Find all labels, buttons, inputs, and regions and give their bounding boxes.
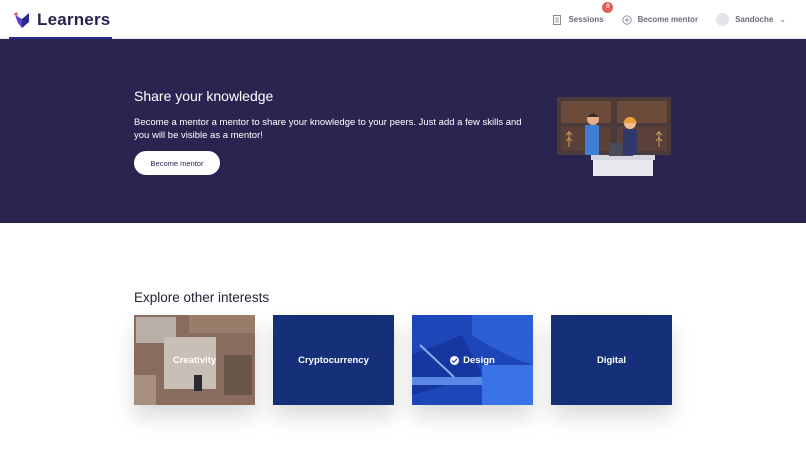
become-mentor-button[interactable]: Become mentor [134, 151, 220, 175]
document-icon [553, 14, 562, 25]
interest-card-design[interactable]: Design [412, 315, 533, 405]
interest-label-design: Design [450, 355, 495, 366]
check-circle-icon [450, 355, 460, 365]
user-menu[interactable]: Sandoche ⌄ [716, 13, 786, 26]
nav-actions: Sessions 0 Become mentor Sandoche ⌄ [552, 0, 786, 39]
interest-cards: Creativity Cryptocurrency Design Digital [134, 315, 672, 405]
chevron-down-icon: ⌄ [779, 15, 786, 24]
interest-label: Digital [596, 354, 627, 366]
hero-description: Become a mentor a mentor to share your k… [134, 117, 522, 141]
interest-card-cryptocurrency[interactable]: Cryptocurrency [273, 315, 394, 405]
nav-become-mentor[interactable]: Become mentor [621, 14, 699, 25]
mentor-hero-banner: Share your knowledge Become a mentor a m… [0, 39, 806, 223]
app-name: Learners [37, 10, 111, 29]
sessions-label: Sessions [568, 15, 604, 24]
interest-label: Design [463, 354, 495, 366]
become-mentor-nav-label: Become mentor [637, 15, 699, 24]
interest-card-digital[interactable]: Digital [551, 315, 672, 405]
mentoring-illustration [557, 97, 671, 176]
nav-sessions[interactable]: Sessions 0 [552, 1, 614, 25]
sessions-count-badge: 0 [602, 1, 614, 13]
app-logo[interactable]: Learners [13, 10, 110, 30]
learners-logo-icon [13, 12, 29, 28]
avatar [716, 13, 730, 26]
top-nav-bar: Learners Sessions 0 Become mentor Sandoc… [0, 0, 806, 39]
hero-title: Share your knowledge [134, 88, 274, 104]
explore-section-title: Explore other interests [134, 290, 270, 305]
plus-circle-icon [621, 14, 632, 25]
interest-card-creativity[interactable]: Creativity [134, 315, 255, 405]
interest-label: Cryptocurrency [298, 354, 369, 366]
user-name: Sandoche [735, 15, 774, 24]
interest-label: Creativity [172, 354, 217, 366]
